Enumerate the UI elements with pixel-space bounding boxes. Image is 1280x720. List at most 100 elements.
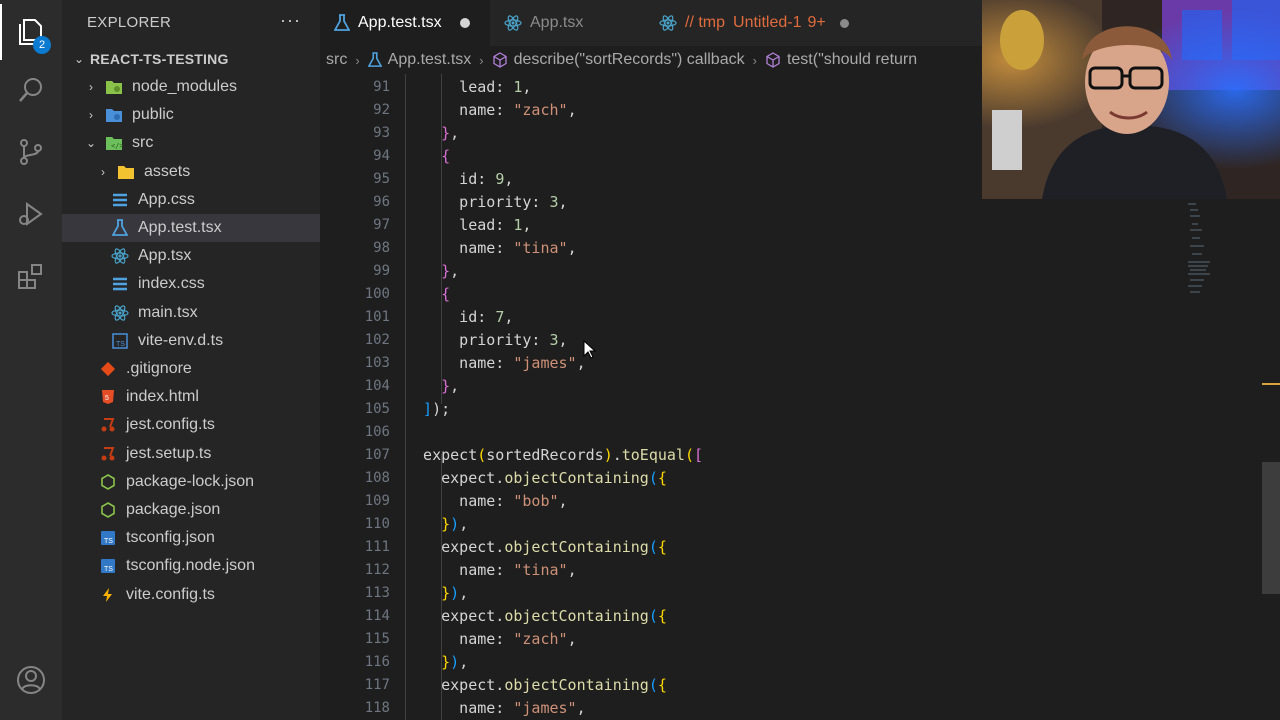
line-number: 115 [364, 631, 390, 647]
code-token: expect. [405, 676, 505, 694]
project-section-header[interactable]: ⌄ REACT-TS-TESTING [62, 46, 320, 72]
code-token: name: [405, 354, 514, 372]
line-number: 105 [364, 401, 390, 417]
tab-app-test-tsx[interactable]: App.test.tsx [320, 0, 490, 46]
source-control-icon[interactable] [0, 124, 62, 180]
flask-icon [367, 52, 382, 68]
account-icon[interactable] [0, 652, 62, 708]
code-token: expect. [405, 469, 505, 487]
breadcrumb-scope-test[interactable]: test("should return [787, 51, 917, 69]
tree-item[interactable]: › node_modules [62, 73, 320, 101]
code-token: } [405, 584, 451, 602]
svg-text:TS: TS [104, 538, 113, 545]
tree-item-label: public [132, 106, 174, 124]
code-token: , [504, 308, 514, 326]
run-debug-icon[interactable] [0, 186, 62, 242]
code-token: , [567, 239, 577, 257]
code-token: "zach" [513, 630, 568, 648]
tree-item[interactable]: .gitignore [62, 355, 320, 383]
tree-item[interactable]: main.tsx [62, 299, 320, 327]
line-number: 111 [364, 539, 390, 555]
tree-item[interactable]: package.json [62, 496, 320, 524]
code-token: sortedRecords [486, 446, 604, 464]
tree-item[interactable]: 5 index.html [62, 383, 320, 411]
search-icon[interactable] [0, 62, 62, 118]
code-token: , [567, 630, 577, 648]
more-actions-icon[interactable]: ··· [280, 10, 301, 31]
react-icon [110, 304, 130, 322]
explorer-badge: 2 [33, 36, 51, 54]
folder-node-icon [104, 78, 124, 96]
code-token: "james" [513, 354, 577, 372]
scrollbar-thumb[interactable] [1262, 462, 1280, 594]
tab-untitled-1[interactable]: // tmp Untitled-1 9+ [645, 0, 875, 46]
tree-item[interactable]: App.tsx [62, 242, 320, 270]
tree-item[interactable]: vite.config.ts [62, 581, 320, 609]
line-number: 94 [373, 148, 390, 164]
line-number: 95 [373, 171, 390, 187]
code-line: expect.objectContaining({ [405, 467, 667, 490]
line-number: 118 [364, 700, 390, 716]
code-line: expect.objectContaining({ [405, 674, 667, 697]
tree-item[interactable]: › assets [62, 158, 320, 186]
svg-text:5: 5 [105, 395, 109, 402]
extensions-icon[interactable] [0, 248, 62, 304]
code-token: "tina" [513, 239, 568, 257]
breadcrumb-folder[interactable]: src [326, 51, 347, 69]
code-token: , [459, 653, 469, 671]
tab-app-tsx[interactable]: App.tsx [490, 0, 640, 46]
chevron-right-icon: › [355, 52, 360, 68]
line-number: 100 [364, 286, 390, 302]
minimap[interactable] [1180, 200, 1220, 310]
explorer-icon[interactable]: 2 [0, 4, 62, 60]
jest-icon [98, 416, 118, 434]
code-token: "tina" [513, 561, 568, 579]
breadcrumb-scope-describe[interactable]: describe("sortRecords") callback [514, 51, 745, 69]
code-token: objectContaining [504, 538, 649, 556]
code-line: ]); [405, 398, 450, 421]
line-number: 116 [364, 654, 390, 670]
react-icon [110, 247, 130, 265]
tree-item[interactable]: package-lock.json [62, 468, 320, 496]
chevron-down-icon: ⌄ [85, 136, 97, 151]
line-number: 101 [364, 309, 390, 325]
tree-item[interactable]: App.test.tsx [62, 214, 320, 242]
modified-dot-icon[interactable] [459, 18, 470, 28]
css-file-icon [110, 275, 130, 293]
npm-package-icon [98, 501, 118, 519]
tree-item[interactable]: TS vite-env.d.ts [62, 327, 320, 355]
code-token: , [450, 262, 460, 280]
code-line: name: "zach", [405, 628, 577, 651]
code-token: name: [405, 561, 514, 579]
tree-item[interactable]: index.css [62, 270, 320, 298]
modified-dot-icon[interactable] [839, 18, 849, 28]
tab-label: App.tsx [530, 14, 584, 31]
presenter-video [982, 0, 1280, 199]
code-line: expect.objectContaining({ [405, 605, 667, 628]
code-token: , [522, 216, 532, 234]
code-token: name: [405, 101, 514, 119]
code-token: id: [405, 170, 496, 188]
breadcrumb-file[interactable]: App.test.tsx [388, 51, 472, 69]
folder-src-icon: </> [104, 134, 124, 152]
flask-icon [110, 219, 130, 237]
line-number: 108 [364, 470, 390, 486]
tree-item[interactable]: TS tsconfig.node.json [62, 552, 320, 580]
tree-item[interactable]: TS tsconfig.json [62, 524, 320, 552]
tree-item-label: src [132, 134, 154, 152]
code-token: , [459, 515, 469, 533]
tree-item[interactable]: App.css [62, 186, 320, 214]
chevron-right-icon: › [89, 80, 93, 94]
code-token: } [405, 262, 451, 280]
tree-item[interactable]: jest.setup.ts [62, 440, 320, 468]
tree-item[interactable]: ⌄ </> src [62, 129, 320, 157]
code-token: , [450, 377, 460, 395]
chevron-right-icon: › [101, 164, 105, 179]
code-token: expect. [405, 538, 505, 556]
npm-package-icon [98, 473, 118, 491]
tree-item[interactable]: › public [62, 101, 320, 129]
activity-bar: 2 [0, 0, 62, 720]
code-token: name: [405, 492, 514, 510]
tree-item[interactable]: jest.config.ts [62, 411, 320, 439]
code-token: } [405, 124, 451, 142]
